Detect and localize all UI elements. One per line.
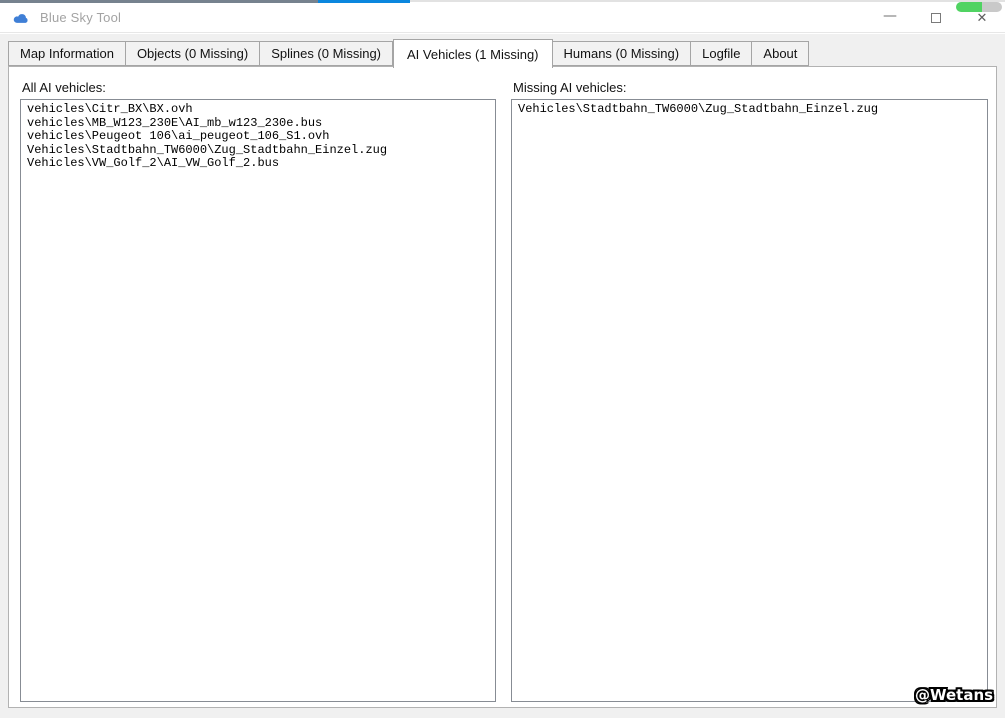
list-item[interactable]: vehicles\Peugeot 106\ai_peugeot_106_S1.o… [27, 129, 495, 144]
tab-strip: Map Information Objects (0 Missing) Spli… [8, 39, 810, 68]
minimize-icon: — [883, 8, 897, 24]
maximize-icon [931, 13, 941, 23]
title-bar: Blue Sky Tool — ✕ [0, 3, 1005, 33]
tab-about[interactable]: About [752, 41, 810, 66]
green-pill-artifact [956, 2, 1002, 12]
top-edge-slate-segment [0, 0, 318, 3]
missing-ai-vehicles-label: Missing AI vehicles: [513, 80, 627, 95]
top-edge-artifact [0, 0, 1005, 3]
watermark: @Wetans [915, 686, 994, 704]
close-icon: ✕ [976, 10, 988, 26]
minimize-button[interactable]: — [867, 3, 913, 33]
list-item[interactable]: Vehicles\VW_Golf_2\AI_VW_Golf_2.bus [27, 156, 495, 171]
list-item[interactable]: Vehicles\Stadtbahn_TW6000\Zug_Stadtbahn_… [518, 102, 987, 117]
tab-splines[interactable]: Splines (0 Missing) [260, 41, 394, 66]
all-ai-vehicles-listbox[interactable]: vehicles\Citr_BX\BX.ovh vehicles\MB_W123… [20, 99, 496, 702]
tab-humans[interactable]: Humans (0 Missing) [552, 41, 692, 66]
tab-logfile[interactable]: Logfile [691, 41, 753, 66]
window-title: Blue Sky Tool [40, 10, 122, 25]
list-item[interactable]: vehicles\Citr_BX\BX.ovh [27, 102, 495, 117]
missing-ai-vehicles-listbox[interactable]: Vehicles\Stadtbahn_TW6000\Zug_Stadtbahn_… [511, 99, 988, 702]
tab-ai-vehicles[interactable]: AI Vehicles (1 Missing) [393, 39, 553, 68]
top-edge-gray-segment [410, 0, 1005, 2]
maximize-button[interactable] [913, 3, 959, 33]
all-ai-vehicles-label: All AI vehicles: [22, 80, 106, 95]
tab-objects[interactable]: Objects (0 Missing) [125, 41, 261, 66]
list-item[interactable]: vehicles\MB_W123_230E\AI_mb_w123_230e.bu… [27, 116, 495, 131]
tab-map-information[interactable]: Map Information [8, 41, 126, 66]
list-item[interactable]: Vehicles\Stadtbahn_TW6000\Zug_Stadtbahn_… [27, 143, 495, 158]
cloud-icon [12, 11, 32, 25]
top-edge-blue-segment [318, 0, 410, 3]
